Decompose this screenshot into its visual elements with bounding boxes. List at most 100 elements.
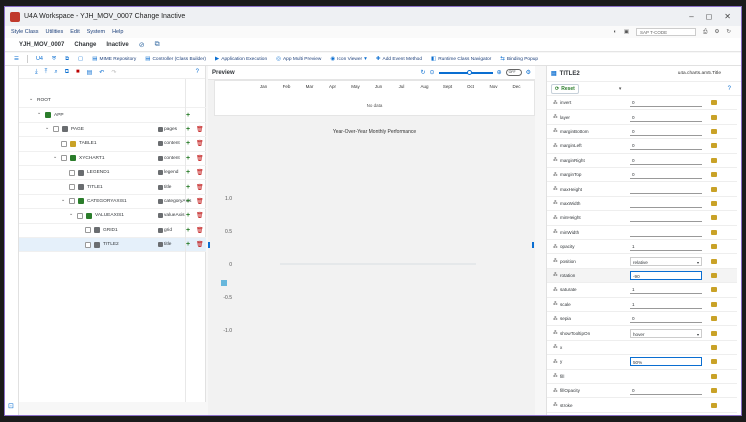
refresh-preview-icon[interactable]: ↻	[421, 69, 426, 76]
row-checkbox[interactable]	[85, 227, 91, 234]
property-input[interactable]: 0	[630, 98, 702, 108]
property-input[interactable]: 0	[630, 386, 702, 396]
splitter-handle-right[interactable]	[532, 242, 534, 248]
add-child-icon[interactable]: +	[186, 198, 190, 205]
delete-icon[interactable]: 🗑	[196, 212, 204, 219]
property-input[interactable]: 1	[630, 285, 702, 295]
delete-icon[interactable]: 🗑	[196, 184, 204, 191]
add-child-icon[interactable]: +	[186, 169, 190, 176]
row-checkbox[interactable]	[53, 126, 59, 133]
close-icon[interactable]: ✕	[724, 12, 731, 21]
search-icon[interactable]: ⌕	[54, 69, 57, 76]
chevron-down-icon[interactable]: ▾	[697, 330, 699, 339]
binding-folder-icon[interactable]	[711, 244, 717, 250]
add-child-icon[interactable]: +	[186, 227, 190, 234]
tree-row-root[interactable]: ⌄ ROOT	[19, 94, 206, 109]
binding-folder-icon[interactable]	[711, 258, 717, 264]
minimize-icon[interactable]: –	[689, 12, 693, 21]
binding-folder-icon[interactable]	[711, 272, 717, 278]
copy-node-icon[interactable]: ⧉	[65, 69, 69, 76]
collapse-all-icon[interactable]: ⤒	[45, 69, 48, 76]
binding-folder-icon[interactable]	[711, 330, 717, 336]
property-input[interactable]: 0	[630, 141, 702, 151]
row-checkbox[interactable]	[77, 212, 83, 219]
expand-chevron-icon[interactable]: ⌄	[69, 211, 73, 217]
binding-folder-icon[interactable]	[711, 359, 717, 365]
binding-folder-icon[interactable]	[711, 114, 717, 120]
binding-folder-icon[interactable]	[711, 172, 717, 178]
binding-folder-icon[interactable]	[711, 100, 717, 106]
undo-icon[interactable]: ↶	[99, 69, 104, 76]
expand-chevron-icon[interactable]: ⌄	[61, 197, 65, 203]
property-input[interactable]: 0	[630, 112, 702, 122]
property-input[interactable]	[630, 184, 702, 194]
property-input[interactable]	[630, 213, 702, 223]
activate-icon[interactable]: ⊘	[139, 41, 145, 49]
menu-help[interactable]: Help	[112, 29, 123, 35]
binding-folder-icon[interactable]	[711, 301, 717, 307]
property-input[interactable]: 0	[630, 314, 702, 324]
menu-edit[interactable]: Edit	[70, 29, 79, 35]
menu-style-class[interactable]: Style Class	[11, 29, 39, 35]
maximize-icon[interactable]: ◻	[706, 12, 713, 21]
tree-row-page[interactable]: ⌄ PAGE pages + 🗑	[19, 123, 206, 138]
property-select[interactable]: hover ▾	[630, 328, 702, 339]
add-child-icon[interactable]: +	[186, 212, 190, 219]
row-checkbox[interactable]	[61, 155, 67, 162]
user-icon[interactable]: ▣	[624, 29, 629, 35]
delete-node-icon[interactable]: ■	[76, 69, 80, 75]
property-input[interactable]: 0	[630, 170, 702, 180]
paste-icon[interactable]: ▤	[87, 69, 93, 76]
binding-folder-icon[interactable]	[711, 287, 717, 293]
help-icon[interactable]: ⊡	[8, 402, 14, 410]
app-multi-preview-button[interactable]: ◎ App Multi Preview	[273, 56, 324, 62]
binding-folder-icon[interactable]	[711, 215, 717, 221]
tree-help-icon[interactable]: ?	[196, 69, 199, 75]
expand-chevron-icon[interactable]: ⌄	[29, 96, 33, 102]
delete-icon[interactable]: 🗑	[196, 241, 204, 248]
property-input[interactable]: 1	[630, 299, 702, 309]
history-icon[interactable]: ⎙	[703, 29, 707, 36]
save-icon[interactable]: ▢	[75, 56, 86, 62]
icon-viewer-button[interactable]: ◉ Icon Viewer ▾	[327, 56, 370, 62]
tree-row-table1[interactable]: TABLE1 content + 🗑	[19, 137, 206, 152]
delete-icon[interactable]: 🗑	[196, 198, 204, 205]
collapse-chevron-icon[interactable]: ▾	[619, 86, 622, 92]
preview-settings-icon[interactable]: ⚙	[526, 69, 531, 76]
add-child-icon[interactable]: +	[186, 241, 190, 248]
application-execution-button[interactable]: ▶ Application Execution	[212, 56, 270, 62]
theme-icon[interactable]: ◐	[614, 29, 617, 35]
delete-icon[interactable]: 🗑	[196, 227, 204, 234]
add-child-icon[interactable]: +	[186, 126, 190, 133]
row-checkbox[interactable]	[61, 140, 67, 147]
binding-folder-icon[interactable]	[711, 373, 717, 379]
shield-icon[interactable]: ⛨	[49, 56, 59, 63]
splitter-handle-left[interactable]	[208, 242, 210, 248]
preview-toggle[interactable]: OFF	[505, 69, 522, 76]
property-select[interactable]: relative ▾	[630, 256, 702, 267]
add-child-icon[interactable]: +	[186, 140, 190, 147]
expand-chevron-icon[interactable]: ⌄	[45, 125, 49, 131]
properties-help-icon[interactable]: ?	[728, 86, 731, 92]
add-child-icon[interactable]: +	[186, 155, 190, 162]
doc-icon[interactable]: ▤	[551, 70, 557, 77]
tree-row-title1[interactable]: TITLE1 title + 🗑	[19, 180, 206, 195]
expand-chevron-icon[interactable]: ⌄	[37, 110, 41, 116]
binding-folder-icon[interactable]	[711, 229, 717, 235]
binding-folder-icon[interactable]	[711, 186, 717, 192]
delete-icon[interactable]: 🗑	[196, 140, 204, 147]
zoom-in-icon[interactable]: ⊕	[497, 69, 502, 76]
runtime-class-navigator-button[interactable]: ◧ Runtime Class Navigator	[428, 56, 494, 62]
tree-row-categoryaxis1[interactable]: ⌄ CATEGORYAXIS1 categoryAxis + 🗑	[19, 195, 206, 210]
property-input[interactable]: 50%	[630, 357, 702, 367]
refresh-icon[interactable]: ↻	[726, 29, 731, 35]
property-input[interactable]: 1	[630, 242, 702, 252]
binding-folder-icon[interactable]	[711, 128, 717, 134]
mime-repository-button[interactable]: ▤ MIME Repository	[89, 56, 139, 62]
menu-utilities[interactable]: Utilities	[46, 29, 64, 35]
tree-row-grid1[interactable]: GRID1 grid + 🗑	[19, 224, 206, 238]
redo-icon[interactable]: ↷	[111, 69, 116, 76]
row-checkbox[interactable]	[85, 241, 91, 248]
tcode-input[interactable]: SAP T-CODE	[636, 28, 697, 36]
chevron-down-icon[interactable]: ▾	[697, 258, 699, 267]
